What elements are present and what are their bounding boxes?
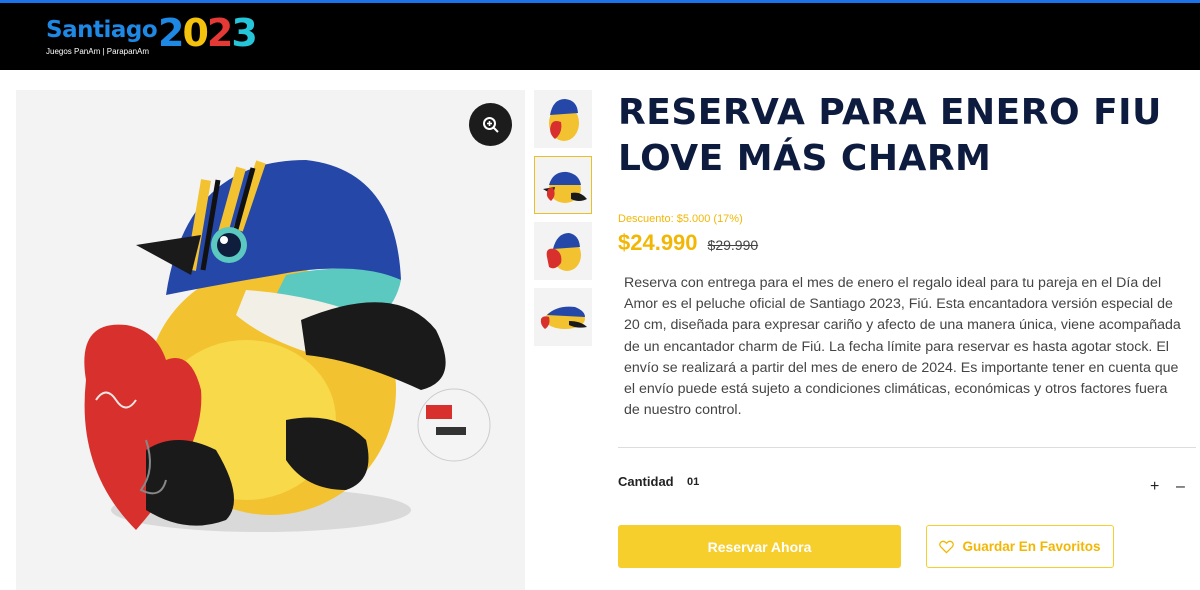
plush-bird-image (84, 160, 491, 532)
thumbnail-4[interactable] (534, 288, 592, 346)
thumbnail-3[interactable] (534, 222, 592, 280)
site-logo[interactable]: Santiago 2023 Juegos PanAm | ParapanAm (46, 11, 276, 59)
logo-year: 2023 (158, 11, 258, 55)
zoom-button[interactable] (469, 103, 512, 146)
quantity-increase-button[interactable]: + (1150, 478, 1159, 496)
thumbnail-list (534, 90, 592, 354)
product-main-image[interactable] (16, 90, 525, 590)
quantity-value[interactable]: 01 (687, 476, 699, 488)
original-price: $29.990 (707, 237, 759, 253)
logo-word: Santiago (46, 17, 158, 43)
heart-icon (939, 540, 955, 554)
thumbnail-2[interactable] (534, 156, 592, 214)
price-row: $24.990 $29.990 (618, 230, 758, 256)
logo-subtitle: Juegos PanAm | ParapanAm (46, 47, 150, 56)
save-favorites-label: Guardar En Favoritos (962, 539, 1101, 554)
discount-label: Descuento: $5.000 (17%) (618, 213, 743, 225)
save-favorites-button[interactable]: Guardar En Favoritos (926, 525, 1114, 568)
divider (618, 447, 1196, 448)
zoom-in-icon (482, 116, 499, 133)
product-description: Reserva con entrega para el mes de enero… (624, 275, 1181, 419)
thumbnail-1[interactable] (534, 90, 592, 148)
product-info: RESERVA PARA ENERO FIU LOVE MÁS CHARM De… (618, 90, 1200, 568)
product-title: RESERVA PARA ENERO FIU LOVE MÁS CHARM (618, 92, 1162, 179)
current-price: $24.990 (618, 230, 698, 255)
reserve-now-button[interactable]: Reservar Ahora (618, 525, 901, 568)
top-header: Santiago 2023 Juegos PanAm | ParapanAm (0, 0, 1200, 70)
quantity-decrease-button[interactable]: – (1176, 478, 1185, 496)
quantity-label: Cantidad (618, 474, 674, 489)
